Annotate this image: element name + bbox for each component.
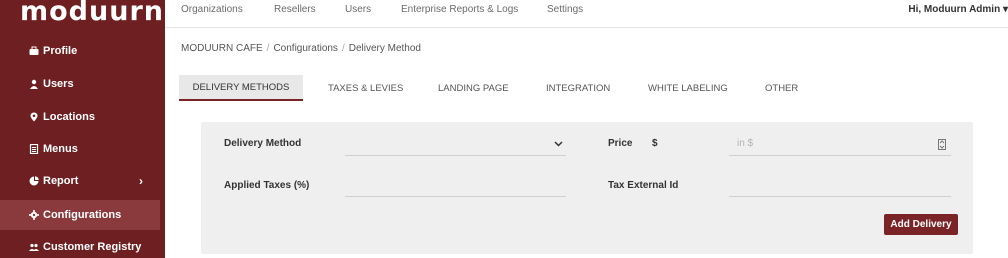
breadcrumb-item-cafe[interactable]: MODUURN CAFE	[181, 43, 263, 54]
topnav-resellers[interactable]: Resellers	[274, 4, 316, 15]
sidebar-item-label: Users	[43, 78, 74, 90]
tab-landing-page[interactable]: LANDING PAGE	[438, 83, 509, 94]
sidebar-item-label: Profile	[43, 45, 78, 57]
sidebar: moduurn Profile Users Locations Menus Re…	[0, 0, 165, 258]
breadcrumb-separator: /	[266, 43, 270, 54]
delivery-method-select[interactable]	[345, 134, 566, 156]
sidebar-item-report[interactable]: Report ›	[0, 166, 165, 196]
chevron-down-icon: ▾	[1002, 4, 1008, 15]
add-delivery-button[interactable]: Add Delivery	[884, 214, 958, 235]
price-input[interactable]: in $	[729, 134, 951, 156]
delivery-method-label: Delivery Method	[224, 138, 302, 149]
sidebar-item-customer-registry[interactable]: Customer Registry	[0, 232, 165, 258]
app-logo[interactable]: moduurn	[20, 0, 163, 26]
topnav-users[interactable]: Users	[345, 4, 371, 15]
sidebar-item-menus[interactable]: Menus	[0, 134, 165, 164]
topnav-organizations[interactable]: Organizations	[181, 4, 243, 15]
sidebar-item-users[interactable]: Users	[0, 69, 165, 99]
applied-taxes-input[interactable]	[345, 175, 566, 197]
sidebar-item-configurations[interactable]: Configurations	[0, 200, 160, 230]
chevron-right-icon[interactable]: ›	[139, 174, 143, 188]
tab-white-labeling[interactable]: WHITE LABELING	[648, 83, 728, 94]
gear-icon	[29, 210, 39, 220]
sidebar-item-profile[interactable]: Profile	[0, 36, 165, 66]
breadcrumb-separator: /	[341, 43, 345, 54]
price-label: Price	[608, 138, 633, 149]
user-menu[interactable]: Hi, Moduurn Admin ▾	[908, 4, 1008, 15]
breadcrumb: MODUURN CAFE / Configurations / Delivery Met…	[181, 43, 421, 54]
document-icon	[29, 144, 39, 154]
sidebar-item-label: Locations	[43, 111, 95, 123]
sidebar-item-label: Report	[43, 175, 79, 187]
breadcrumb-item-configurations[interactable]: Configurations	[273, 43, 337, 54]
sidebar-item-label: Configurations	[43, 209, 122, 221]
applied-taxes-label: Applied Taxes (%)	[224, 180, 310, 191]
topnav-settings[interactable]: Settings	[547, 4, 583, 15]
pie-chart-icon	[29, 176, 39, 186]
user-menu-label: Hi, Moduurn Admin	[908, 4, 1001, 15]
briefcase-icon	[29, 46, 39, 56]
breadcrumb-item-current: Delivery Method	[348, 43, 421, 54]
tab-integration[interactable]: INTEGRATION	[546, 83, 610, 94]
tab-taxes-levies[interactable]: TAXES & LEVIES	[328, 83, 403, 94]
tax-external-id-label: Tax External Id	[608, 180, 679, 191]
sidebar-item-locations[interactable]: Locations	[0, 102, 165, 132]
tab-other[interactable]: OTHER	[765, 83, 798, 94]
topnav-enterprise-reports[interactable]: Enterprise Reports & Logs	[401, 4, 518, 15]
users-icon	[29, 242, 39, 252]
user-icon	[29, 79, 39, 89]
tab-delivery-methods[interactable]: DELIVERY METHODS	[179, 75, 303, 101]
sidebar-item-label: Customer Registry	[43, 241, 142, 253]
chevron-down-icon	[554, 141, 563, 147]
number-stepper-icon[interactable]	[938, 139, 946, 150]
sidebar-item-label: Menus	[43, 143, 78, 155]
currency-symbol: $	[652, 138, 658, 149]
map-pin-icon	[29, 112, 39, 122]
tax-external-id-input[interactable]	[729, 175, 951, 197]
price-placeholder: in $	[737, 138, 754, 149]
